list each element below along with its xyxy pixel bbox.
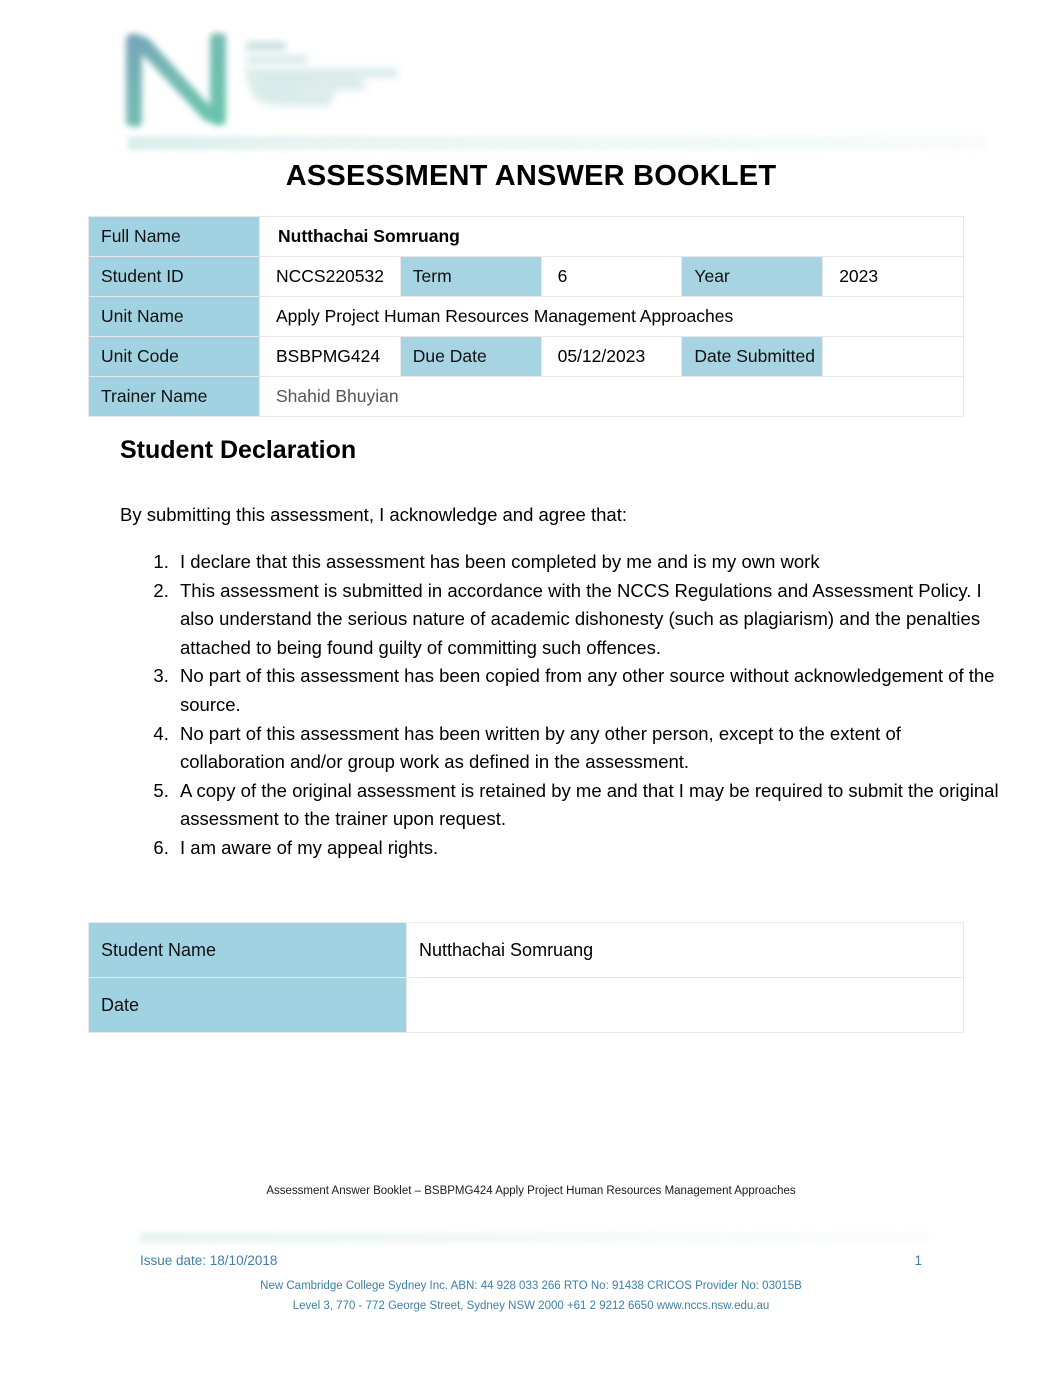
student-info-table: Full Name Nutthachai Somruang Student ID… — [88, 216, 964, 417]
value-full-name[interactable]: Nutthachai Somruang — [259, 216, 964, 257]
list-item: This assessment is submitted in accordan… — [174, 577, 1004, 663]
table-row: Date — [88, 977, 964, 1033]
table-row: Trainer Name Shahid Bhuyian — [88, 376, 964, 417]
label-student-id: Student ID — [88, 256, 260, 297]
label-trainer-name: Trainer Name — [88, 376, 260, 417]
footer-meta-line: Issue date: 18/10/2018 1 — [140, 1253, 922, 1268]
footer-org-line: New Cambridge College Sydney Inc. ABN: 4… — [260, 1280, 802, 1292]
footer-address-line: Level 3, 770 - 772 George Street, Sydney… — [292, 1300, 770, 1312]
page-title: ASSESSMENT ANSWER BOOKLET — [285, 160, 777, 192]
label-unit-code: Unit Code — [88, 336, 260, 377]
value-date-submitted[interactable] — [822, 336, 964, 377]
declaration-heading: Student Declaration — [120, 436, 357, 464]
document-page: ASSESSMENT ANSWER BOOKLET Full Name Nutt… — [0, 0, 1062, 1377]
table-row: Unit Name Apply Project Human Resources … — [88, 296, 964, 337]
value-unit-name[interactable]: Apply Project Human Resources Management… — [259, 296, 964, 337]
label-year: Year — [681, 256, 824, 297]
label-due-date: Due Date — [399, 336, 542, 377]
footer-issue-date: Issue date: 18/10/2018 — [140, 1253, 278, 1268]
value-date[interactable] — [406, 977, 964, 1033]
header-divider-band — [128, 136, 986, 150]
value-student-id[interactable]: NCCS220532 — [259, 256, 401, 297]
college-wordmark-icon — [240, 32, 412, 134]
list-item: No part of this assessment has been writ… — [174, 720, 1004, 777]
value-due-date[interactable]: 05/12/2023 — [540, 336, 683, 377]
college-logo — [112, 22, 412, 137]
table-row: Full Name Nutthachai Somruang — [88, 216, 964, 257]
footer-page-number: 1 — [914, 1253, 922, 1268]
value-year[interactable]: 2023 — [822, 256, 964, 297]
value-trainer-name[interactable]: Shahid Bhuyian — [259, 376, 964, 417]
footer-divider-band — [140, 1232, 930, 1243]
table-row: Student Name Nutthachai Somruang — [88, 922, 964, 978]
label-term: Term — [399, 256, 542, 297]
list-item: I declare that this assessment has been … — [174, 548, 1004, 577]
signature-table: Student Name Nutthachai Somruang Date — [88, 922, 964, 1033]
list-item: A copy of the original assessment is ret… — [174, 777, 1004, 834]
footer-address-block: New Cambridge College Sydney Inc. ABN: 4… — [0, 1276, 1062, 1316]
list-item: I am aware of my appeal rights. — [174, 834, 1004, 863]
table-row: Unit Code BSBPMG424 Due Date 05/12/2023 … — [88, 336, 964, 377]
value-term[interactable]: 6 — [540, 256, 683, 297]
footer-document-note: Assessment Answer Booklet – BSBPMG424 Ap… — [266, 1185, 796, 1197]
value-student-name[interactable]: Nutthachai Somruang — [406, 922, 964, 978]
list-item: No part of this assessment has been copi… — [174, 662, 1004, 719]
label-date: Date — [88, 977, 407, 1033]
value-unit-code[interactable]: BSBPMG424 — [259, 336, 401, 377]
declaration-intro: By submitting this assessment, I acknowl… — [120, 504, 627, 525]
label-full-name: Full Name — [88, 216, 260, 257]
letter-n-logo-icon — [118, 28, 234, 130]
table-row: Student ID NCCS220532 Term 6 Year 2023 — [88, 256, 964, 297]
declaration-list: I declare that this assessment has been … — [120, 548, 1004, 863]
label-date-submitted: Date Submitted — [681, 336, 824, 377]
label-student-name: Student Name — [88, 922, 407, 978]
label-unit-name: Unit Name — [88, 296, 260, 337]
